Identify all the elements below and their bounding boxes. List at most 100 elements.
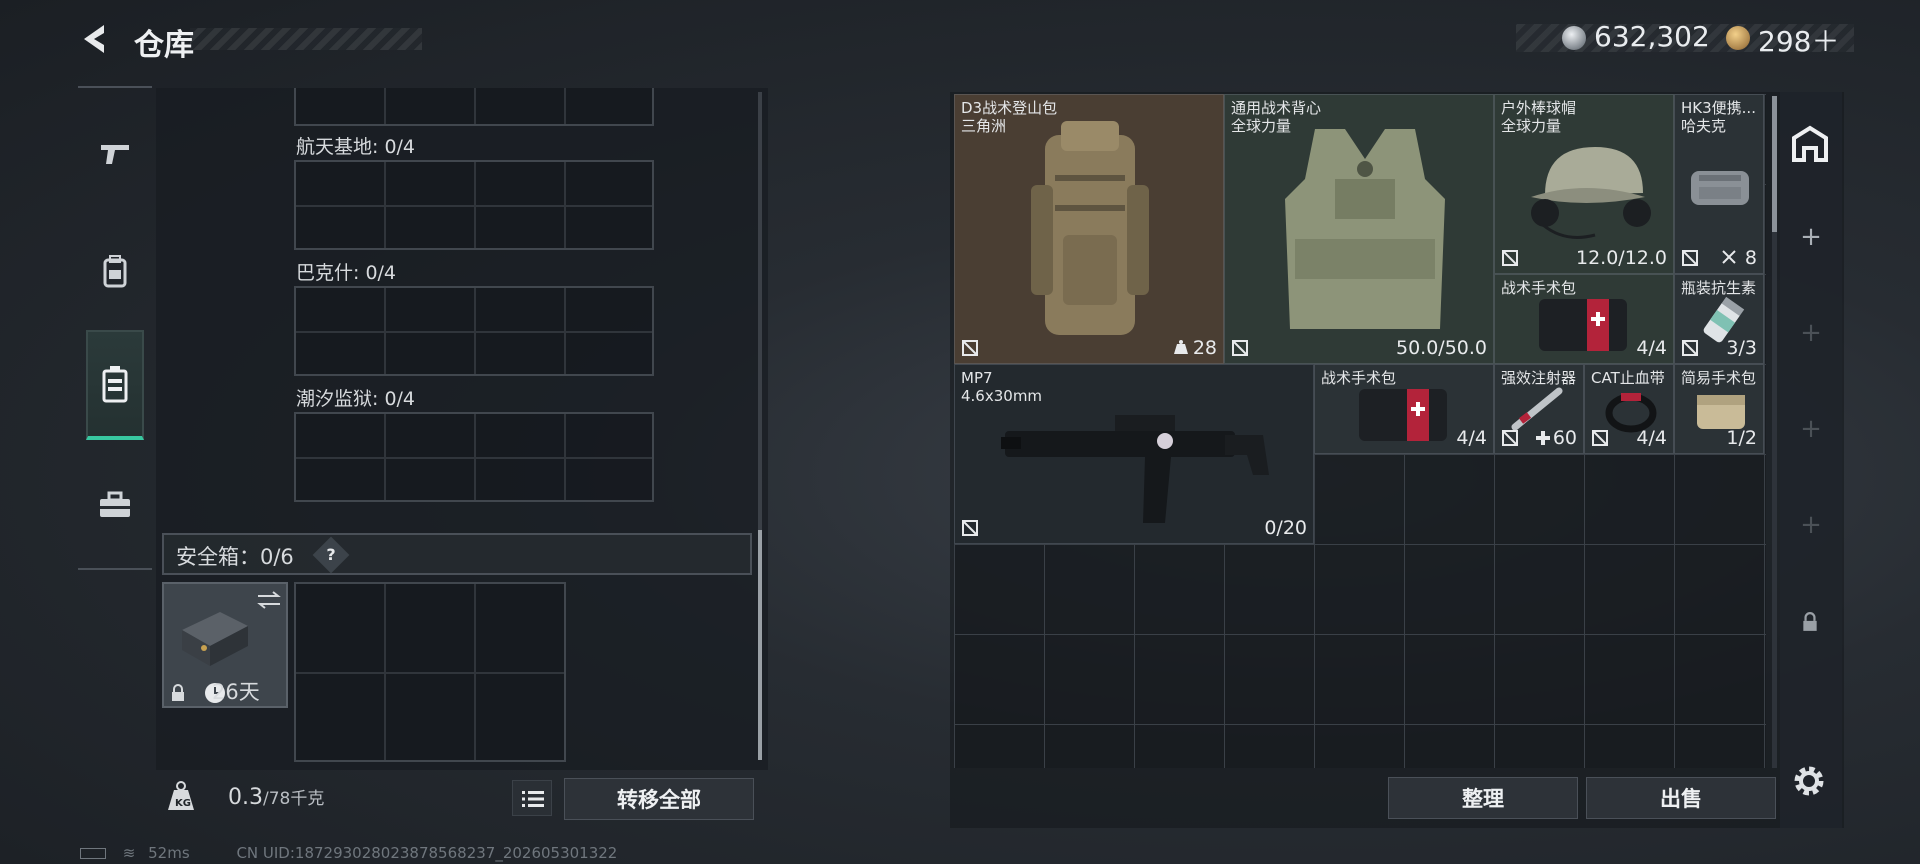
item-value: 1/2 <box>1726 427 1757 449</box>
lock-icon <box>1803 612 1817 631</box>
wifi-icon: ≋ <box>122 844 136 862</box>
add-tab-button[interactable]: + <box>1796 510 1826 540</box>
stash-tab-strip <box>1780 92 1842 828</box>
hk3-bag-art <box>1691 171 1749 205</box>
slot-grid[interactable] <box>294 412 654 502</box>
list-view-button[interactable] <box>512 780 552 816</box>
add-tab-button[interactable]: + <box>1796 318 1826 348</box>
no-insure-icon <box>962 340 978 356</box>
back-arrow-icon[interactable] <box>78 22 112 56</box>
weight-max: /78千克 <box>263 789 325 809</box>
stash-item[interactable]: 瓶装抗生素 3/3 <box>1674 274 1764 364</box>
injector-art <box>1511 387 1563 431</box>
item-value: 0/20 <box>1264 517 1307 539</box>
slot-label: 航天基地: 0/4 <box>296 136 416 158</box>
stash-item[interactable]: 战术手术包 4/4 <box>1314 364 1494 454</box>
sell-button[interactable]: 出售 <box>1586 777 1776 819</box>
stash-item[interactable]: D3战术登山包 三角洲 28 <box>954 94 1224 364</box>
pistol-icon <box>101 145 129 164</box>
plus-health-icon <box>1536 431 1550 445</box>
left-scrollbar-thumb[interactable] <box>758 530 762 760</box>
no-insure-icon <box>962 520 978 536</box>
currency-main-value: 632,302 <box>1594 20 1710 53</box>
item-name: 瓶装抗生素 <box>1681 279 1756 297</box>
backpack-icon <box>103 255 127 288</box>
slot-grid-top[interactable] <box>294 88 654 126</box>
stash-scrollbar-thumb[interactable] <box>1772 96 1777 232</box>
no-insure-icon <box>1232 340 1248 356</box>
stash-item[interactable]: 强效注射器 60 <box>1494 364 1584 454</box>
medkit-art <box>1539 299 1627 351</box>
no-insure-icon <box>1682 340 1698 356</box>
page-title: 仓库 <box>134 28 194 63</box>
backpack-art <box>1031 121 1149 335</box>
cap-art <box>1531 147 1651 239</box>
item-name: CAT止血带 <box>1591 369 1665 387</box>
item-value: 4/4 <box>1456 427 1487 449</box>
weight-current: 0.3 <box>228 785 263 810</box>
swap-icon[interactable] <box>256 590 282 610</box>
item-name: 户外棒球帽 全球力量 <box>1501 99 1576 135</box>
slot-label: 巴克什: 0/4 <box>296 262 397 284</box>
safebox-label: 安全箱：0/6 <box>176 545 294 569</box>
toolbox-icon <box>100 491 130 517</box>
stash-tab-icon[interactable] <box>1790 124 1830 164</box>
item-subtitle: 哈夫克 <box>1681 117 1727 135</box>
slot-grid[interactable] <box>294 160 654 250</box>
weight-icon: KG <box>168 781 194 810</box>
add-tab-button[interactable]: + <box>1796 222 1826 252</box>
mp7-art <box>1001 415 1269 523</box>
category-backpack[interactable] <box>86 236 144 306</box>
stash-item[interactable]: 战术手术包 4/4 <box>1494 274 1674 364</box>
capacity-icon <box>1722 250 1736 264</box>
item-title: 瓶装抗生素 <box>1681 279 1757 297</box>
title-decoration <box>190 28 422 50</box>
no-insure-icon <box>1592 430 1608 446</box>
silver-coin-icon <box>1562 26 1586 50</box>
stash-item[interactable]: 通用战术背心 全球力量 50.0/50.0 <box>1224 94 1494 364</box>
weight-small-icon <box>1174 340 1188 354</box>
weight-readout: 0.3/78千克 <box>228 784 324 810</box>
help-glyph: ? <box>326 545 336 564</box>
item-title: 强效注射器 <box>1501 369 1577 387</box>
slot-grid[interactable] <box>294 286 654 376</box>
safebox-grid[interactable] <box>294 582 566 762</box>
category-toolbox[interactable] <box>86 470 144 540</box>
item-value: 4/4 <box>1636 427 1667 449</box>
gear-icon[interactable] <box>1790 762 1828 800</box>
stash-item[interactable]: CAT止血带 4/4 <box>1584 364 1674 454</box>
sort-button[interactable]: 整理 <box>1388 777 1578 819</box>
item-name: 简易手术包 <box>1681 369 1756 387</box>
currency-premium-value[interactable]: 298＋ <box>1758 20 1839 60</box>
item-title: MP7 <box>961 369 993 387</box>
stash-item[interactable]: HK3便携... 哈夫克 8 <box>1674 94 1764 274</box>
item-value: 60 <box>1552 427 1577 449</box>
add-tab-button[interactable]: + <box>1796 414 1826 444</box>
gold-coin-icon <box>1726 26 1750 50</box>
item-value: 28 <box>1192 337 1217 359</box>
item-value: 3/3 <box>1726 337 1757 359</box>
safebox-case-art <box>182 612 248 666</box>
slot-label: 潮汐监狱: 0/4 <box>296 388 416 410</box>
case-icon <box>102 366 128 403</box>
vest-art <box>1285 129 1445 329</box>
stash-item[interactable]: 户外棒球帽 全球力量 12.0/12.0 <box>1494 94 1674 274</box>
item-subtitle: 全球力量 <box>1501 117 1562 135</box>
stash-item[interactable]: MP7 4.6x30mm 0/20 <box>954 364 1314 544</box>
safebox-days: 26天 <box>212 680 260 704</box>
no-insure-icon <box>1682 250 1698 266</box>
item-title: 通用战术背心 <box>1231 99 1322 117</box>
item-value: 8 <box>1744 247 1757 269</box>
category-storage[interactable] <box>86 330 144 440</box>
help-icon[interactable]: ? <box>312 536 350 574</box>
lock-icon <box>172 684 184 701</box>
item-title: CAT止血带 <box>1591 369 1665 387</box>
item-name: 强效注射器 <box>1501 369 1576 387</box>
item-name: HK3便携... 哈夫克 <box>1681 99 1756 135</box>
no-insure-icon <box>1502 430 1518 446</box>
medkit-art <box>1359 389 1447 441</box>
stash-item[interactable]: 简易手术包 1/2 <box>1674 364 1764 454</box>
item-value: 4/4 <box>1636 337 1667 359</box>
transfer-all-button[interactable]: 转移全部 <box>564 778 754 820</box>
category-weapon[interactable] <box>86 118 144 188</box>
